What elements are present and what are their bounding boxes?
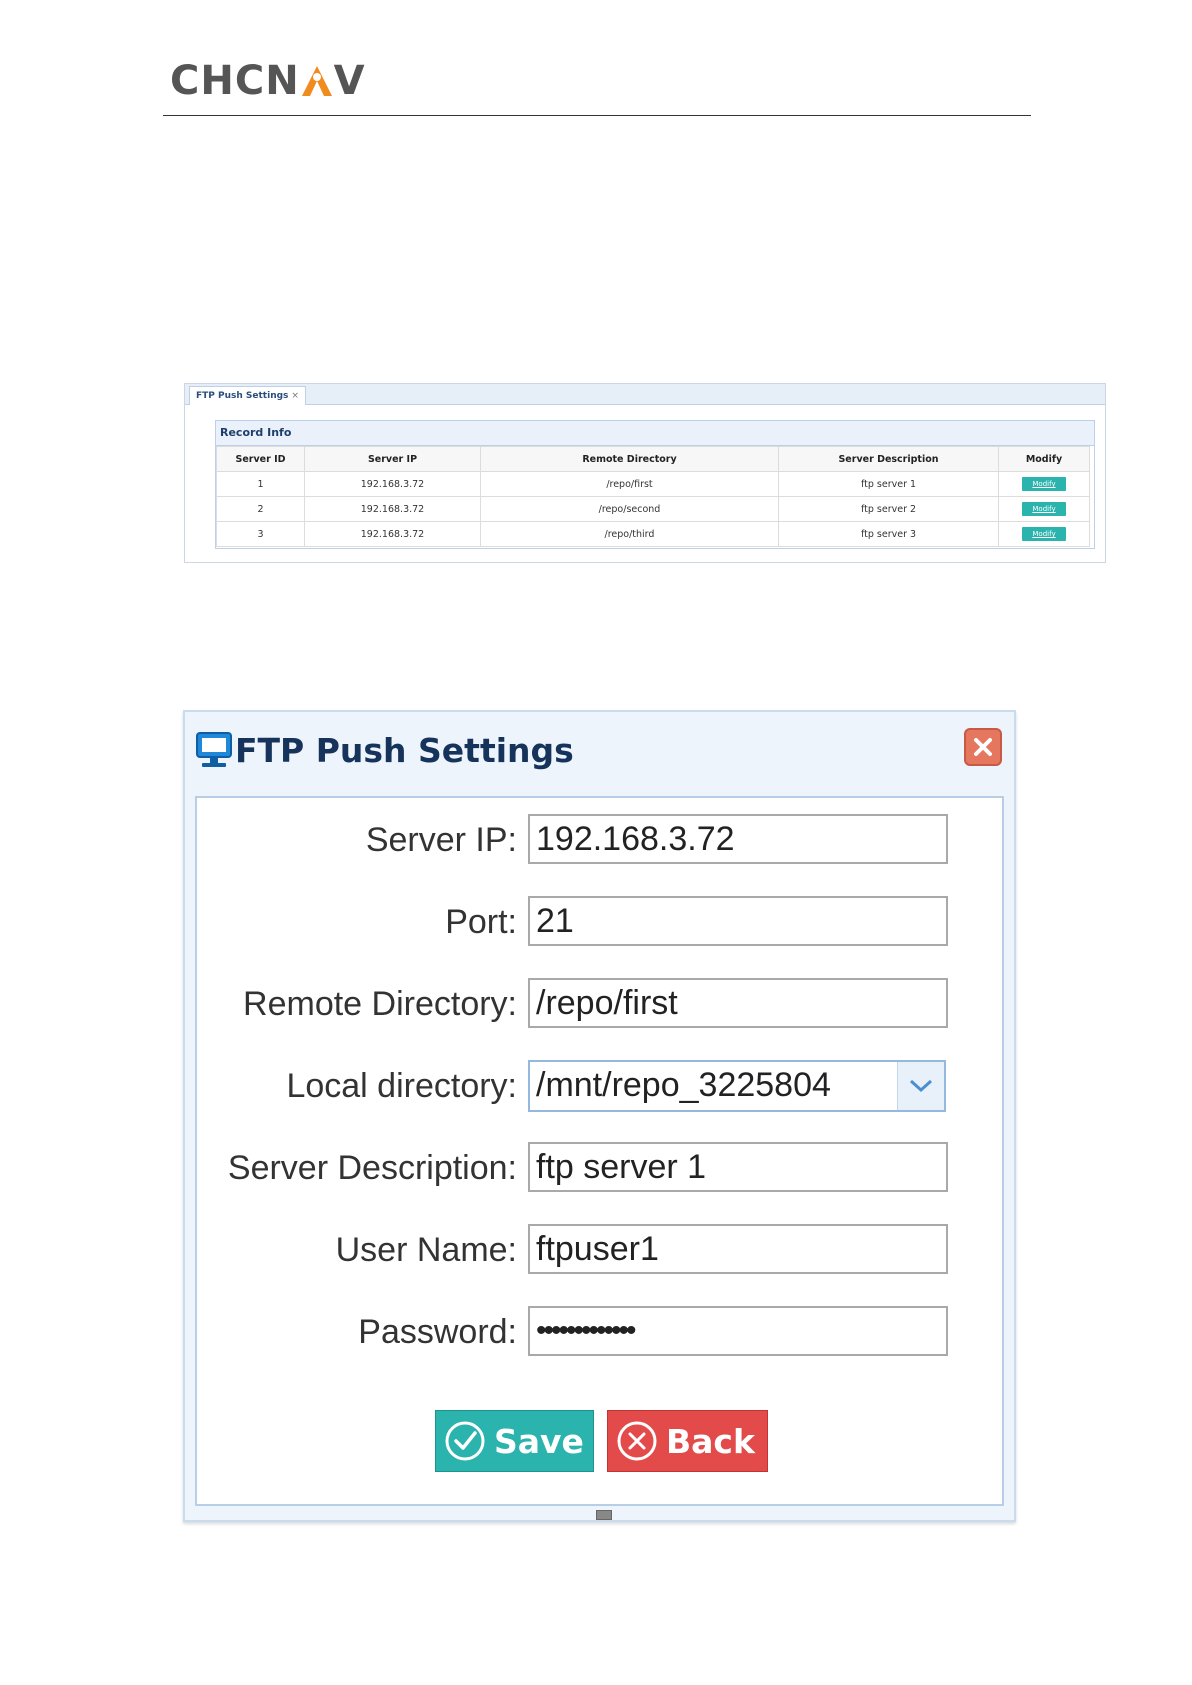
remote-directory-label: Remote Directory: [243,985,517,1023]
tab-ftp-push-settings[interactable]: FTP Push Settings × [189,386,306,405]
row-password: Password: ••••••••••••• [197,1306,1002,1358]
dialog-title-bar: FTP Push Settings [195,728,574,772]
server-description-label: Server Description: [227,1149,517,1187]
port-label: Port: [445,903,517,941]
server-description-input[interactable]: ftp server 1 [528,1142,948,1192]
cell-remote-dir: /repo/third [480,521,779,547]
remote-directory-input[interactable]: /repo/first [528,978,948,1028]
cell-server-ip: 192.168.3.72 [304,521,481,547]
check-circle-icon [445,1421,485,1461]
modify-button[interactable]: Modify [1022,477,1066,491]
row-remote-directory: Remote Directory: /repo/first [197,978,1002,1030]
x-circle-icon [617,1421,657,1461]
record-info-panel: Record Info Server ID Server IP Remote D… [215,420,1095,549]
cell-server-ip: 192.168.3.72 [304,471,481,497]
save-label: Save [494,1421,584,1461]
col-header: Remote Directory [480,446,779,472]
cell-server-id: 1 [216,471,305,497]
resize-handle[interactable] [596,1510,612,1520]
user-name-input[interactable]: ftpuser1 [528,1224,948,1274]
port-input[interactable]: 21 [528,896,948,946]
logo-text-left: CHCN [170,58,300,104]
col-header: Server IP [304,446,481,472]
records-screenshot: FTP Push Settings × Record Info Server ID… [184,383,1106,563]
cell-remote-dir: /repo/second [480,496,779,522]
cell-modify: Modify [998,521,1090,547]
cell-server-id: 3 [216,521,305,547]
cell-modify: Modify [998,471,1090,497]
row-server-ip: Server IP: 192.168.3.72 [197,814,1002,866]
row-port: Port: 21 [197,896,1002,948]
chevron-down-icon[interactable] [897,1062,944,1110]
back-button[interactable]: Back [607,1410,768,1472]
cell-server-desc: ftp server 3 [778,521,999,547]
row-server-description: Server Description: ftp server 1 [197,1142,1002,1194]
cell-server-ip: 192.168.3.72 [304,496,481,522]
row-user-name: User Name: ftpuser1 [197,1224,1002,1276]
password-input[interactable]: ••••••••••••• [528,1306,948,1356]
back-label: Back [666,1421,755,1461]
col-header: Server Description [778,446,999,472]
cell-modify: Modify [998,496,1090,522]
dialog-title: FTP Push Settings [235,730,574,770]
password-label: Password: [358,1313,517,1351]
close-button[interactable] [964,728,1002,766]
table-row: 3 192.168.3.72 /repo/third ftp server 3 … [216,521,1090,547]
cell-remote-dir: /repo/first [480,471,779,497]
panel-title: Record Info [216,421,1094,446]
cell-server-id: 2 [216,496,305,522]
table-row: 2 192.168.3.72 /repo/second ftp server 2… [216,496,1090,522]
company-logo: CHCN V [170,58,366,104]
pin-a-icon [300,64,334,98]
server-ip-input[interactable]: 192.168.3.72 [528,814,948,864]
user-name-label: User Name: [335,1231,517,1269]
computer-icon [196,732,232,767]
col-header: Modify [998,446,1090,472]
modify-button[interactable]: Modify [1022,527,1066,541]
table-header-row: Server ID Server IP Remote Directory Ser… [216,446,1090,472]
row-local-directory: Local directory: /mnt/repo_3225804 [197,1060,1002,1112]
modify-button[interactable]: Modify [1022,502,1066,516]
tab-close-icon[interactable]: × [291,391,299,401]
local-directory-value: /mnt/repo_3225804 [536,1066,831,1104]
tab-label: FTP Push Settings [196,391,289,401]
cell-server-desc: ftp server 1 [778,471,999,497]
col-header: Server ID [216,446,305,472]
ftp-push-settings-dialog: FTP Push Settings Server IP: 192.168.3.7… [183,710,1016,1522]
save-button[interactable]: Save [435,1410,594,1472]
close-icon [974,738,992,756]
local-directory-label: Local directory: [286,1067,517,1105]
tab-bar: FTP Push Settings × [185,384,1105,405]
dialog-form: Server IP: 192.168.3.72 Port: 21 Remote … [195,796,1004,1506]
cell-server-desc: ftp server 2 [778,496,999,522]
logo-text-right: V [333,58,366,104]
table-row: 1 192.168.3.72 /repo/first ftp server 1 … [216,471,1090,497]
local-directory-select[interactable]: /mnt/repo_3225804 [528,1060,946,1112]
server-ip-label: Server IP: [365,821,517,859]
header-divider [163,115,1031,116]
records-table: Server ID Server IP Remote Directory Ser… [216,446,1090,547]
